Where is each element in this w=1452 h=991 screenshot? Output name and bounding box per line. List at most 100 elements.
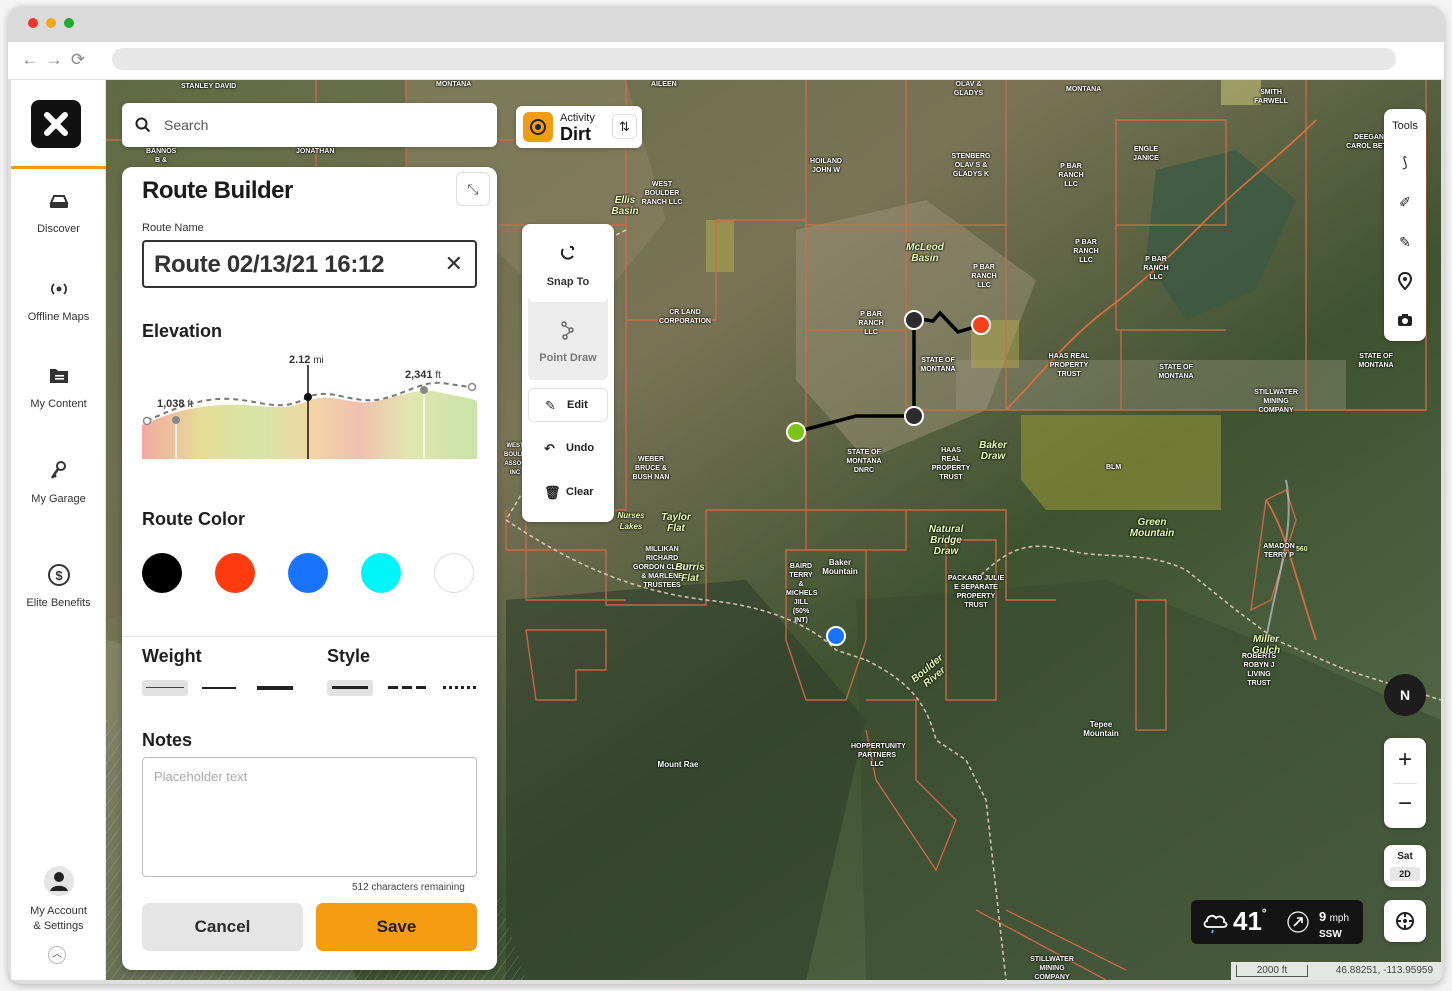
waypoint-pin-icon[interactable] bbox=[1395, 271, 1415, 292]
color-swatch-blue[interactable] bbox=[288, 553, 328, 593]
current-location-marker bbox=[826, 626, 846, 646]
locate-icon bbox=[1396, 912, 1414, 930]
zoom-divider bbox=[1393, 783, 1417, 784]
sidebar-item-my-content[interactable]: My Content bbox=[11, 363, 106, 412]
map-label: HOILAND JOHN W bbox=[810, 158, 842, 174]
map-label: CR LAND CORPORATION bbox=[659, 309, 711, 325]
style-solid-option[interactable] bbox=[327, 680, 373, 696]
weather-widget[interactable]: 41° 9 mph SSW bbox=[1191, 900, 1363, 944]
elevation-distance: 2.12 mi bbox=[289, 354, 324, 366]
close-route-builder-button[interactable] bbox=[31, 100, 81, 148]
route-name-input[interactable]: Route 02/13/21 16:12 ✕ bbox=[142, 240, 477, 288]
cancel-button[interactable]: Cancel bbox=[142, 903, 303, 951]
map-label: MONTANA bbox=[436, 81, 472, 88]
route-waypoint-marker bbox=[904, 310, 924, 330]
map-label: Tepee Mountain bbox=[1083, 720, 1119, 738]
save-button[interactable]: Save bbox=[316, 903, 477, 951]
route-name-value: Route 02/13/21 16:12 bbox=[154, 251, 385, 278]
camera-icon[interactable] bbox=[1395, 312, 1415, 332]
locate-me-button[interactable] bbox=[1384, 900, 1426, 942]
zoom-in-button[interactable]: + bbox=[1384, 746, 1426, 774]
color-swatch-red[interactable] bbox=[215, 553, 255, 593]
reload-icon[interactable]: ⟳ bbox=[68, 50, 88, 70]
weight-thin-option[interactable] bbox=[142, 680, 188, 696]
discover-icon bbox=[48, 195, 69, 208]
map-label: P BAR RANCH LLC bbox=[1073, 239, 1099, 264]
sidebar-item-account[interactable]: My Account & Settings bbox=[11, 866, 106, 934]
clear-input-icon[interactable]: ✕ bbox=[445, 251, 463, 277]
map-label: BANNOS B & bbox=[146, 148, 177, 164]
map-label: STATE OF MONTANA bbox=[1158, 364, 1194, 380]
sidebar-item-label: My Garage bbox=[31, 493, 86, 505]
edit-button[interactable]: ✎ Edit bbox=[528, 388, 608, 422]
map-label: BAIRD TERRY & MICHELS JILL (50% INT) bbox=[786, 563, 818, 624]
map-layer-button[interactable]: Sat 2D bbox=[1384, 845, 1426, 887]
color-swatch-cyan[interactable] bbox=[361, 553, 401, 593]
notes-title: Notes bbox=[142, 730, 193, 750]
back-icon[interactable]: ← bbox=[20, 50, 40, 70]
map-label: 560 bbox=[1296, 546, 1308, 553]
chevron-up-icon[interactable]: ︿ bbox=[48, 946, 66, 964]
map-scale: 2000 ft 46.88251, -113.95959 bbox=[1231, 962, 1441, 980]
wind-info: 9 mph SSW bbox=[1319, 909, 1350, 940]
zoom-out-button[interactable]: − bbox=[1384, 790, 1426, 818]
map-label: P BAR RANCH LLC bbox=[1143, 256, 1169, 281]
snap-to-button[interactable]: Snap To bbox=[528, 230, 608, 302]
map-label: STATE OF MONTANA bbox=[920, 357, 956, 373]
map-label: HOPPERTUNITY PARTNERS LLC bbox=[851, 743, 906, 768]
notes-textarea[interactable]: Placeholder text bbox=[142, 757, 477, 877]
map-label: Baker Draw bbox=[979, 440, 1007, 462]
search-input[interactable]: Search bbox=[122, 103, 497, 147]
color-swatch-black[interactable] bbox=[142, 553, 182, 593]
route-builder-panel: Route Builder ⤡ Route Name Route 02/13/2… bbox=[122, 167, 497, 970]
point-draw-button[interactable]: Point Draw bbox=[528, 352, 608, 364]
map-label: ENGLE JANICE bbox=[1133, 146, 1159, 162]
elevation-max: 2,341 ft bbox=[405, 369, 441, 381]
account-label-line1: My Account bbox=[30, 905, 87, 917]
temperature: 41° bbox=[1233, 906, 1267, 936]
tools-title: Tools bbox=[1392, 120, 1418, 132]
compass-button[interactable]: N bbox=[1384, 674, 1426, 716]
style-title: Style bbox=[327, 646, 371, 666]
color-swatch-white[interactable] bbox=[434, 553, 474, 593]
divider bbox=[122, 636, 497, 637]
draw-shape-icon[interactable]: ✎ bbox=[1395, 232, 1415, 252]
weight-thick-option[interactable] bbox=[254, 680, 300, 696]
style-dashed-option[interactable] bbox=[384, 680, 430, 696]
elevation-min: 1,038 ft bbox=[157, 398, 193, 410]
title-bar bbox=[8, 6, 1444, 42]
avatar-icon bbox=[43, 866, 74, 896]
offline-maps-icon bbox=[50, 283, 67, 295]
map-label: Mount Rae bbox=[657, 760, 699, 769]
address-bar[interactable] bbox=[112, 48, 1396, 70]
activity-settings-icon[interactable]: ⇅ bbox=[612, 114, 637, 139]
draw-line-icon[interactable]: ✐ bbox=[1395, 192, 1415, 212]
sidebar-item-offline-maps[interactable]: Offline Maps bbox=[11, 276, 106, 325]
weight-medium-option[interactable] bbox=[198, 680, 244, 696]
sidebar-item-label: Discover bbox=[37, 223, 80, 235]
elite-benefits-icon: $ bbox=[47, 564, 70, 586]
sidebar-item-discover[interactable]: Discover bbox=[11, 188, 106, 237]
sidebar-item-label: Elite Benefits bbox=[26, 597, 91, 609]
forward-icon[interactable]: → bbox=[44, 50, 64, 70]
map-label: STANLEY DAVID bbox=[181, 83, 237, 90]
route-end-marker bbox=[971, 315, 991, 335]
minimize-window-button[interactable] bbox=[46, 18, 56, 28]
clear-button[interactable]: 🗑 Clear bbox=[528, 476, 608, 510]
map-label: AMADON TERRY P bbox=[1263, 543, 1295, 559]
route-name-label: Route Name bbox=[142, 222, 204, 234]
close-window-button[interactable] bbox=[28, 18, 38, 28]
route-tool-icon[interactable]: ⟆ bbox=[1395, 152, 1415, 172]
undo-button[interactable]: ↶ Undo bbox=[528, 432, 608, 466]
account-label-line2: & Settings bbox=[33, 920, 84, 932]
map-label: Natural Bridge Draw bbox=[928, 524, 964, 557]
activity-selector[interactable]: Activity Dirt ⇅ bbox=[516, 106, 642, 148]
maximize-window-button[interactable] bbox=[64, 18, 74, 28]
collapse-panel-icon[interactable]: ⤡ bbox=[456, 172, 490, 206]
sidebar-item-elite-benefits[interactable]: $ Elite Benefits bbox=[11, 562, 106, 611]
sidebar-item-my-garage[interactable]: My Garage bbox=[11, 458, 106, 507]
style-dotted-option[interactable] bbox=[438, 680, 484, 696]
notes-placeholder: Placeholder text bbox=[154, 769, 248, 784]
map-label: MONTANA bbox=[1066, 86, 1102, 93]
characters-remaining: 512 characters remaining bbox=[352, 882, 465, 893]
